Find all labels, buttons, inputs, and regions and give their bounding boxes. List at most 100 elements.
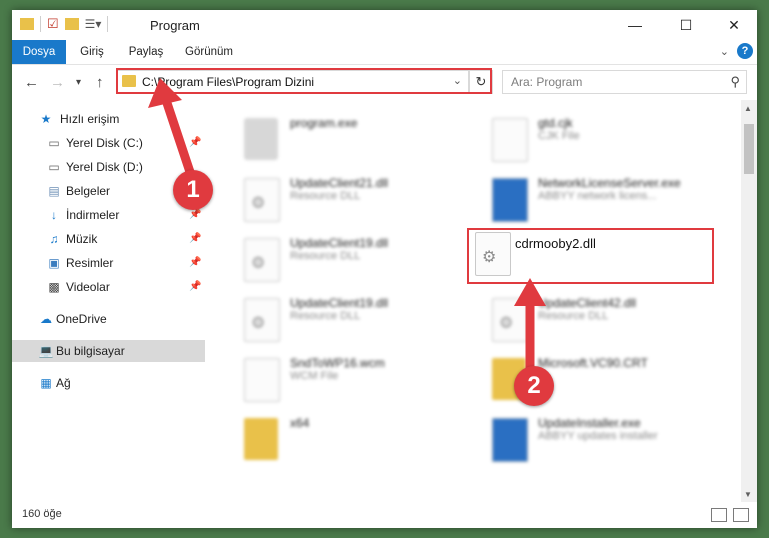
sidebar-item-label: Belgeler [66,184,111,198]
sidebar-item-label: İndirmeler [66,208,120,222]
file-type: Resource DLL [290,310,361,322]
customize-icon[interactable]: ☰▾ [85,17,102,31]
file-icon [244,358,280,402]
tab-giris[interactable]: Giriş [70,40,114,64]
file-name: UpdateClient21.dll [290,176,389,190]
up-icon[interactable]: ↑ [96,74,104,91]
scroll-down-icon[interactable]: ▼ [744,490,752,499]
dll-icon: ⚙ [244,238,280,282]
new-folder-icon[interactable] [64,18,79,30]
item-count: 160 öğe [22,508,62,520]
ribbon-right-controls: ⌄ ? [720,43,753,59]
file-name: Microsoft.VC90.CRT [538,356,648,370]
list-item[interactable]: ⚙ UpdateClient42.dll Resource DLL [492,294,732,344]
scroll-thumb[interactable] [744,124,754,174]
close-icon[interactable]: ✕ [711,10,757,40]
folder-icon [244,418,278,460]
tab-dosya[interactable]: Dosya [12,40,66,64]
file-type: ABBYY updates installer [538,430,658,442]
documents-icon: ▤ [48,184,60,198]
sidebar-item-videos[interactable]: ▩ Videolar 📌 [12,276,205,298]
dll-icon: ⚙ [492,298,528,342]
sidebar-item-music[interactable]: ♫ Müzik 📌 [12,228,205,250]
sidebar-item-label: Videolar [66,280,110,294]
pin-icon[interactable]: 📌 [189,132,201,154]
search-placeholder: Ara: Program [511,75,583,89]
file-type: ABBYY network licens... [538,190,657,202]
quick-access-toolbar: ☑ ☰▾ [20,16,109,32]
pin-icon[interactable]: 📌 [189,252,201,274]
sidebar-item-label: Yerel Disk (C:) [66,136,143,150]
sidebar-item-disk-c[interactable]: ▭ Yerel Disk (C:) 📌 [12,132,205,154]
computer-icon: 💻 [38,344,54,358]
properties-icon[interactable]: ☑ [47,16,59,32]
ribbon: Dosya Giriş Paylaş Görünüm ⌄ ? [12,40,757,65]
sidebar-item-label: Yerel Disk (D:) [66,160,143,174]
list-item[interactable]: ⚙ UpdateClient19.dll Resource DLL [244,234,464,284]
sidebar-item-label: Müzik [66,232,98,246]
status-bar: 160 öğe [12,502,757,528]
file-type: Resource DLL [538,310,609,322]
highlighted-file-name: cdrmooby2.dll [515,236,596,251]
dll-icon: ⚙ [244,298,280,342]
divider [107,16,109,32]
vertical-scrollbar[interactable]: ▲ ▼ [741,100,757,502]
tab-paylas[interactable]: Paylaş [122,40,170,64]
pin-icon[interactable]: 📌 [189,276,201,298]
highlighted-file-tile[interactable]: ⚙ cdrmooby2.dll [467,228,714,284]
pin-icon[interactable]: 📌 [189,228,201,250]
maximize-icon[interactable]: ☐ [663,10,709,40]
step-badge-2: 2 [514,366,554,406]
dll-icon: ⚙ [244,178,280,222]
back-icon[interactable]: ← [24,74,39,91]
help-icon[interactable]: ? [737,43,753,59]
exe-icon [492,418,528,462]
sidebar-item-this-pc[interactable]: 💻 Bu bilgisayar [12,340,205,362]
list-item[interactable]: gtd.cjk CJK File [492,114,732,164]
sidebar-item-pictures[interactable]: ▣ Resimler 📌 [12,252,205,274]
list-item[interactable]: ⚙ UpdateClient21.dll Resource DLL [244,174,464,224]
list-item[interactable]: NetworkLicenseServer.exe ABBYY network l… [492,174,732,224]
list-item[interactable]: program.exe [244,114,464,164]
sidebar-item-label: Hızlı erişim [60,112,120,126]
file-type: WCM File [290,370,339,382]
list-item[interactable]: SndToWP16.wcm WCM File [244,354,464,404]
sidebar-item-label: OneDrive [56,312,107,326]
exe-icon [244,118,278,160]
search-icon[interactable]: ⚲ [730,74,740,90]
list-item[interactable]: x64 [244,414,464,464]
tab-gorunum[interactable]: Görünüm [180,40,238,64]
recent-chevron-icon[interactable]: ▾ [76,77,81,88]
sidebar-item-network[interactable]: ▦ Ağ [12,372,205,394]
sidebar-item-label: Ağ [56,376,71,390]
file-type: CJK File [538,130,580,142]
file-name: UpdateClient42.dll [538,296,637,310]
download-icon: ↓ [51,208,57,222]
scroll-up-icon[interactable]: ▲ [744,104,752,113]
sidebar-item-downloads[interactable]: ↓ İndirmeler 📌 [12,204,205,226]
sidebar-item-label: Resimler [66,256,114,270]
chevron-down-icon[interactable]: ⌄ [720,45,729,58]
details-view-icon[interactable] [711,508,727,522]
search-input[interactable]: Ara: Program ⚲ [502,70,747,94]
sidebar-item-onedrive[interactable]: ☁ OneDrive [12,308,205,330]
music-icon: ♫ [49,232,59,246]
minimize-icon[interactable]: — [612,10,658,40]
drive-icon: ▭ [48,160,60,174]
star-icon: ★ [40,112,52,126]
list-item[interactable]: UpdateInstaller.exe ABBYY updates instal… [492,414,732,464]
drive-icon: ▭ [48,136,60,150]
file-name: UpdateInstaller.exe [538,416,641,430]
list-item[interactable]: ⚙ UpdateClient19.dll Resource DLL [244,294,464,344]
sidebar-item-disk-d[interactable]: ▭ Yerel Disk (D:) [12,156,205,178]
forward-icon[interactable]: → [50,74,65,91]
step-badge-1: 1 [173,170,213,210]
sidebar-item-label: Bu bilgisayar [56,344,125,358]
sidebar-item-quick-access[interactable]: ★ Hızlı erişim [12,108,205,130]
file-name: UpdateClient19.dll [290,236,389,250]
file-type: Resource DLL [290,250,361,262]
network-icon: ▦ [40,376,52,390]
window-title: Program [150,18,200,33]
file-type: Resource DLL [290,190,361,202]
tiles-view-icon[interactable] [733,508,749,522]
